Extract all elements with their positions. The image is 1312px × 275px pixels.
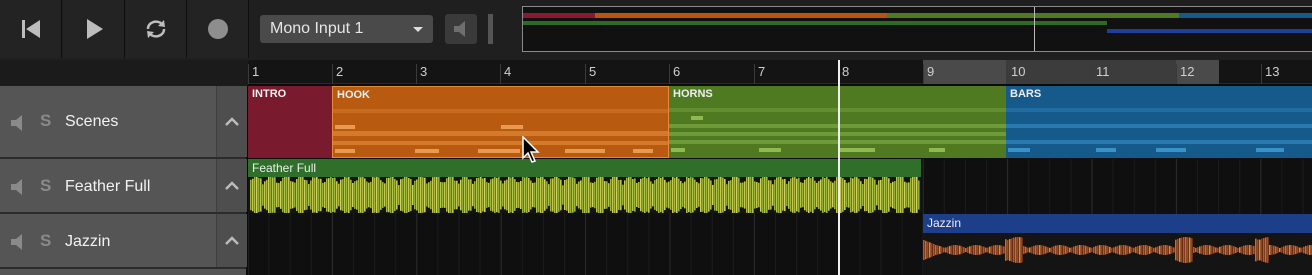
- bar-number: 4: [500, 64, 511, 84]
- scene-bars[interactable]: BARS: [1006, 86, 1312, 158]
- skip-back-button[interactable]: [0, 0, 62, 58]
- skip-back-icon: [21, 20, 40, 38]
- clip-jazzin-header[interactable]: Jazzin: [923, 214, 1312, 233]
- input-select[interactable]: Mono Input 1: [260, 15, 433, 43]
- playhead[interactable]: [838, 60, 840, 275]
- collapse-button[interactable]: [216, 159, 247, 212]
- input-meter: [488, 14, 493, 44]
- overview-horns: [887, 13, 1179, 18]
- play-button[interactable]: [63, 0, 125, 58]
- solo-button[interactable]: S: [40, 231, 51, 251]
- chevron-up-icon: [225, 181, 239, 190]
- bar-number: 7: [754, 64, 765, 84]
- speaker-icon: [454, 21, 465, 37]
- mouse-cursor-icon: [522, 136, 540, 163]
- overview-jazzin: [1107, 29, 1312, 33]
- monitor-button[interactable]: [445, 14, 477, 44]
- track-header-scenes[interactable]: S Scenes: [0, 86, 247, 159]
- scene-label: INTRO: [252, 88, 287, 100]
- bar-number: 2: [332, 64, 343, 84]
- song-overview[interactable]: [522, 6, 1312, 52]
- mute-icon[interactable]: [10, 114, 28, 132]
- bar-number: 10: [1007, 64, 1025, 84]
- bar-number: 13: [1261, 64, 1279, 84]
- scene-label: HOOK: [337, 89, 370, 101]
- chevron-up-icon: [225, 236, 239, 245]
- clip-feather-full-header[interactable]: Feather Full: [248, 159, 921, 177]
- mute-icon[interactable]: [10, 178, 28, 196]
- bar-number: 12: [1176, 64, 1194, 84]
- overview-playhead: [1034, 7, 1035, 51]
- clip-label: Jazzin: [927, 216, 962, 230]
- input-select-value: Mono Input 1: [270, 20, 364, 37]
- bar-number: 1: [248, 64, 259, 84]
- bar-number: 11: [1092, 64, 1110, 84]
- waveform-feather-full[interactable]: [248, 177, 921, 213]
- track-header-next: [0, 269, 246, 275]
- bar-number: 6: [669, 64, 680, 84]
- scene-label: BARS: [1010, 88, 1042, 100]
- clip-label: Feather Full: [252, 161, 317, 175]
- solo-button[interactable]: S: [40, 111, 51, 131]
- mute-icon[interactable]: [10, 233, 28, 251]
- scene-label: HORNS: [673, 88, 713, 100]
- overview-intro: [523, 13, 595, 18]
- scene-hook-pattern: [333, 109, 668, 153]
- collapse-button[interactable]: [216, 86, 247, 157]
- chevron-up-icon: [225, 117, 239, 126]
- record-icon: [207, 19, 228, 39]
- solo-button[interactable]: S: [40, 176, 51, 196]
- track-name: Jazzin: [65, 233, 111, 250]
- record-button[interactable]: [187, 0, 249, 58]
- bar-number: 9: [923, 64, 934, 84]
- bar-numbers: 1 2 3 4 5 6 7 8 9 10 11 12 13: [248, 60, 1312, 84]
- bar-number: 5: [585, 64, 596, 84]
- waveform-jazzin[interactable]: [923, 233, 1312, 275]
- loop-button[interactable]: [125, 0, 187, 58]
- loop-icon: [146, 20, 165, 38]
- scene-hook[interactable]: HOOK: [332, 86, 669, 158]
- scene-intro[interactable]: INTRO: [248, 86, 332, 158]
- track-name: Feather Full: [65, 178, 151, 195]
- chevron-down-icon: [413, 27, 423, 32]
- overview-feather: [523, 21, 1107, 25]
- bar-number: 3: [416, 64, 427, 84]
- scene-bars-pattern: [1006, 108, 1312, 152]
- header-spacer: [0, 60, 248, 86]
- overview-hook: [595, 13, 887, 18]
- overview-bars: [1179, 13, 1312, 18]
- track-header-jazzin[interactable]: S Jazzin: [0, 214, 247, 269]
- play-icon: [86, 19, 103, 39]
- track-name: Scenes: [65, 113, 119, 130]
- track-header-feather-full[interactable]: S Feather Full: [0, 159, 247, 214]
- collapse-button[interactable]: [216, 214, 247, 267]
